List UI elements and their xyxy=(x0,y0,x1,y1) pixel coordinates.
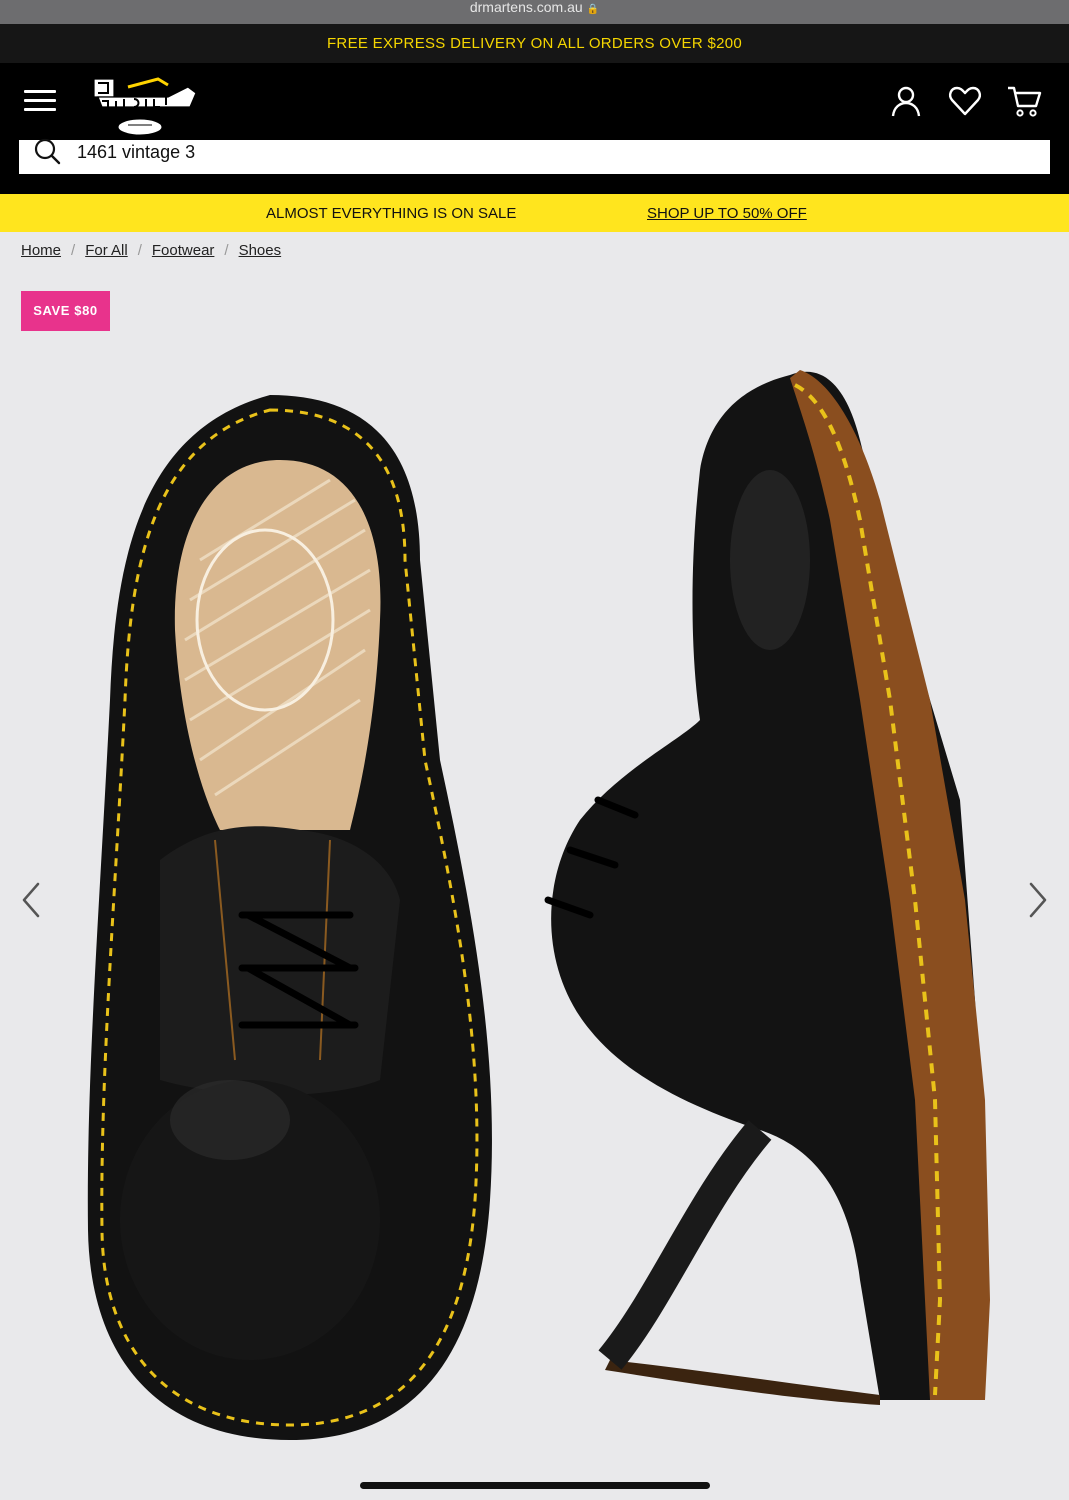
breadcrumb-shoes[interactable]: Shoes xyxy=(239,242,282,259)
dr-martens-logo[interactable] xyxy=(88,75,200,137)
url-text: drmartens.com.au xyxy=(469,0,583,15)
breadcrumb-home[interactable]: Home xyxy=(21,242,61,259)
search-bar[interactable] xyxy=(19,137,1050,174)
cart-icon[interactable] xyxy=(1006,83,1042,119)
left-shoe-illustration xyxy=(87,395,492,1440)
breadcrumb-footwear[interactable]: Footwear xyxy=(152,242,215,259)
sale-banner-text: ALMOST EVERYTHING IS ON SALE xyxy=(266,205,517,222)
promo-bar: FREE EXPRESS DELIVERY ON ALL ORDERS OVER… xyxy=(0,24,1069,63)
chevron-right-icon[interactable] xyxy=(1027,880,1051,920)
promo-text: FREE EXPRESS DELIVERY ON ALL ORDERS OVER… xyxy=(326,35,743,52)
sale-banner: ALMOST EVERYTHING IS ON SALE SHOP UP TO … xyxy=(0,194,1069,232)
sale-banner-link[interactable]: SHOP UP TO 50% OFF xyxy=(647,205,807,222)
search-icon[interactable] xyxy=(33,137,61,165)
right-shoe-illustration xyxy=(544,370,990,1405)
search-input[interactable] xyxy=(77,140,1017,164)
home-indicator[interactable] xyxy=(360,1482,710,1489)
menu-icon[interactable] xyxy=(24,90,56,112)
save-badge: SAVE $80 xyxy=(21,291,110,331)
lock-icon: 🔒 xyxy=(586,4,600,15)
wishlist-heart-icon[interactable] xyxy=(947,83,983,119)
site-header xyxy=(0,63,1069,194)
breadcrumb-for-all[interactable]: For All xyxy=(85,242,128,259)
chevron-left-icon[interactable] xyxy=(18,880,42,920)
account-icon[interactable] xyxy=(888,83,924,119)
breadcrumb: Home / For All / Footwear / Shoes xyxy=(21,242,282,259)
product-image[interactable] xyxy=(0,340,1069,1480)
browser-url-bar[interactable]: drmartens.com.au 🔒 xyxy=(0,0,1069,24)
